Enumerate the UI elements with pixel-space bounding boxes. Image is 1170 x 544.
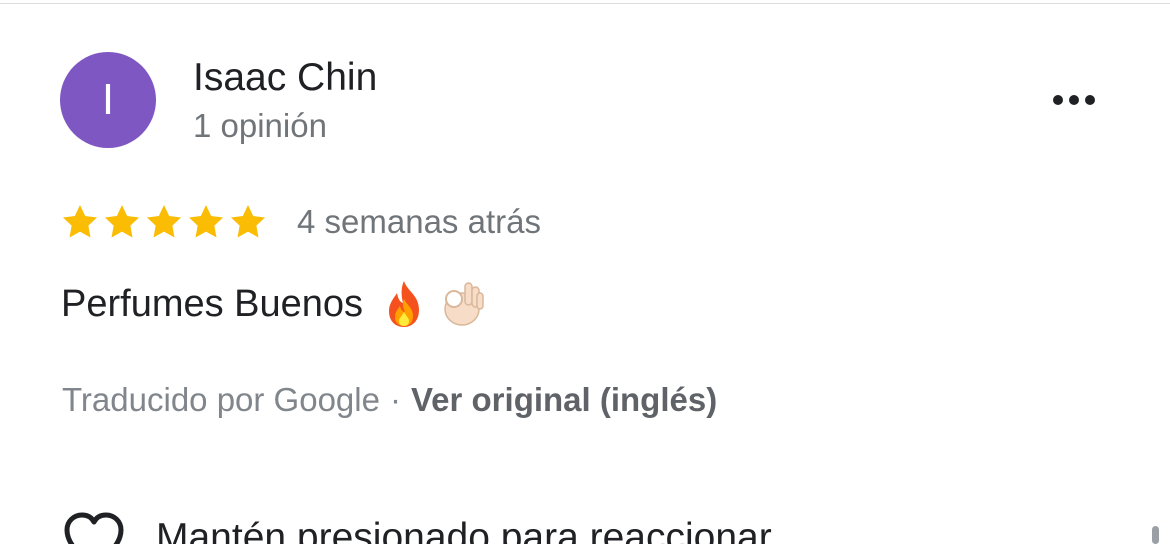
star-icon	[231, 205, 265, 238]
rating-row: 4 semanas atrás	[60, 198, 541, 246]
reaction-label: Mantén presionado para reaccionar	[156, 516, 772, 544]
more-horizontal-icon-dot	[1085, 95, 1095, 105]
avatar[interactable]: I	[60, 52, 156, 148]
separator-dot: ·	[389, 381, 401, 418]
fire-emoji-icon	[389, 281, 420, 327]
review-text: Perfumes Buenos	[61, 278, 485, 330]
translated-by-label: Traducido por Google	[62, 381, 380, 418]
review-card: I Isaac Chin 1 opinión 4 semanas atrás P…	[0, 0, 1170, 544]
translation-row: Traducido por Google · Ver original (inglé…	[62, 378, 717, 422]
more-options-button[interactable]	[1040, 80, 1108, 120]
view-original-link[interactable]: Ver original (inglés)	[411, 381, 717, 418]
star-icon	[189, 205, 223, 238]
star-icon	[105, 205, 139, 238]
reviewer-name[interactable]: Isaac Chin	[193, 56, 377, 100]
star-icon	[147, 205, 181, 238]
heart-icon	[64, 512, 124, 544]
star-icon	[63, 205, 97, 238]
top-divider	[0, 3, 1170, 4]
review-text-content: Perfumes Buenos	[61, 283, 364, 325]
more-horizontal-icon-dot	[1069, 95, 1079, 105]
more-horizontal-icon	[1053, 95, 1063, 105]
review-time: 4 semanas atrás	[297, 203, 541, 240]
review-count: 1 opinión	[193, 107, 327, 144]
scrollbar[interactable]	[1152, 526, 1159, 544]
star-rating	[60, 202, 270, 242]
reaction-button[interactable]: Mantén presionado para reaccionar	[62, 510, 772, 544]
ok-hand-emoji-icon	[444, 282, 484, 326]
